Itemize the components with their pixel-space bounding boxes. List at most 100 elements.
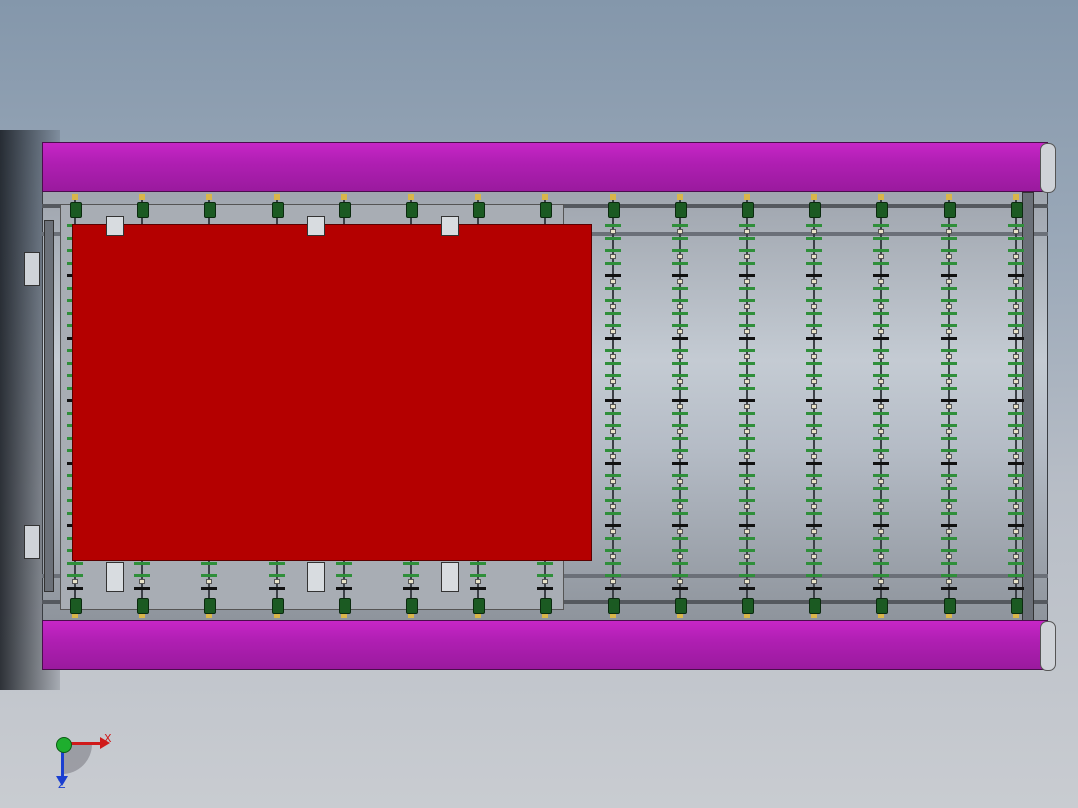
roller-bolt <box>945 404 952 409</box>
clamp-bottom-1[interactable] <box>106 562 124 592</box>
roller-ring <box>671 411 688 415</box>
roller-bolt <box>1012 479 1019 484</box>
roller-bolt <box>1012 579 1019 584</box>
clamp-top-3[interactable] <box>441 216 459 236</box>
roller-bolt <box>744 329 750 334</box>
roller-ring <box>806 224 823 227</box>
roller-ring <box>1007 274 1024 277</box>
roller-cap-top <box>607 202 620 218</box>
shaft-tip-top <box>1012 194 1019 200</box>
roller-ring <box>671 399 688 402</box>
roller-bolt <box>811 454 818 459</box>
roller-ring <box>671 536 688 540</box>
roller-bolt <box>878 229 885 234</box>
roller-bolt <box>1012 229 1019 234</box>
roller-ring <box>67 586 83 590</box>
roller-ring <box>1007 324 1024 327</box>
roller-bolt <box>676 304 683 309</box>
clamp-top-2[interactable] <box>307 216 325 236</box>
roller-ring <box>873 286 890 290</box>
roller-bolt <box>676 479 683 484</box>
roller-ring <box>335 561 352 565</box>
roller-bolt <box>878 404 885 409</box>
roller-bolt <box>408 579 414 584</box>
roller-ring <box>873 574 890 577</box>
roller-ring <box>604 386 621 390</box>
roller-ring <box>940 461 957 465</box>
roller-bolt <box>676 379 683 384</box>
roller-ring <box>940 536 957 540</box>
roller-cap-bottom <box>271 598 284 614</box>
clamp-bottom-2[interactable] <box>307 562 325 592</box>
roller-bolt <box>811 479 818 484</box>
roller-ring <box>873 399 890 402</box>
roller-ring <box>940 549 957 552</box>
shaft-tip-top <box>408 194 414 200</box>
roller-ring <box>940 524 957 527</box>
top-magenta-rail[interactable] <box>42 142 1048 192</box>
roller-bolt <box>609 529 616 534</box>
roller-ring <box>671 336 688 340</box>
roller-bolt <box>945 479 952 484</box>
roller-cap-top <box>338 202 351 218</box>
roller-bolt <box>878 379 885 384</box>
roller-ring <box>604 561 621 565</box>
roller-ring <box>806 361 823 365</box>
roller-ring <box>873 324 890 327</box>
roller-ring <box>873 274 890 277</box>
roller-ring <box>134 586 151 590</box>
roller-ring <box>1007 586 1024 590</box>
roller-bolt <box>340 579 347 584</box>
roller-ring <box>873 449 890 452</box>
roller-ring <box>1007 386 1024 390</box>
roller-bolt <box>878 579 885 584</box>
roller-bolt <box>811 279 818 284</box>
roller-ring <box>873 561 890 565</box>
roller-ring <box>806 461 823 465</box>
roller-ring <box>873 386 890 390</box>
bottom-magenta-rail[interactable] <box>42 620 1048 670</box>
roller-ring <box>940 236 957 240</box>
shaft-tip-top <box>811 194 818 200</box>
roller-ring <box>671 474 688 477</box>
roller-bolt <box>811 379 818 384</box>
roller-cap-top <box>70 202 82 218</box>
roller-ring <box>739 549 755 552</box>
red-panel-workpiece[interactable] <box>72 224 592 561</box>
roller-ring <box>739 349 755 352</box>
roller-ring <box>671 461 688 465</box>
roller-ring <box>873 374 890 377</box>
roller-cap-bottom <box>742 598 754 614</box>
roller-ring <box>940 286 957 290</box>
roller-cap-bottom <box>674 598 687 614</box>
roller-bolt <box>878 254 885 259</box>
roller-cap-top <box>540 202 553 218</box>
clamp-top-1[interactable] <box>106 216 124 236</box>
roller-ring <box>1007 574 1024 577</box>
roller-bolt <box>945 529 952 534</box>
cad-viewport[interactable]: X Z <box>0 0 1078 808</box>
roller-bolt <box>609 379 616 384</box>
roller-cap-bottom <box>406 598 418 614</box>
roller-bolt <box>1012 304 1019 309</box>
roller-ring <box>806 424 823 427</box>
roller-ring <box>940 499 957 502</box>
roller-ring <box>671 299 688 302</box>
roller-ring <box>604 399 621 402</box>
roller-ring <box>1007 361 1024 365</box>
roller-bolt <box>811 504 818 509</box>
roller-ring <box>739 286 755 290</box>
roller-bolt <box>273 579 280 584</box>
roller-ring <box>604 324 621 327</box>
roller-ring <box>940 486 957 490</box>
roller-ring <box>739 336 755 340</box>
clamp-bottom-3[interactable] <box>441 562 459 592</box>
roller-cap-top <box>271 202 284 218</box>
roller-cap-top <box>473 202 486 218</box>
roller-bolt <box>811 229 818 234</box>
roller-ring <box>739 311 755 315</box>
roller-ring <box>873 499 890 502</box>
roller-ring <box>671 349 688 352</box>
roller-bolt <box>609 279 616 284</box>
roller-ring <box>604 411 621 415</box>
